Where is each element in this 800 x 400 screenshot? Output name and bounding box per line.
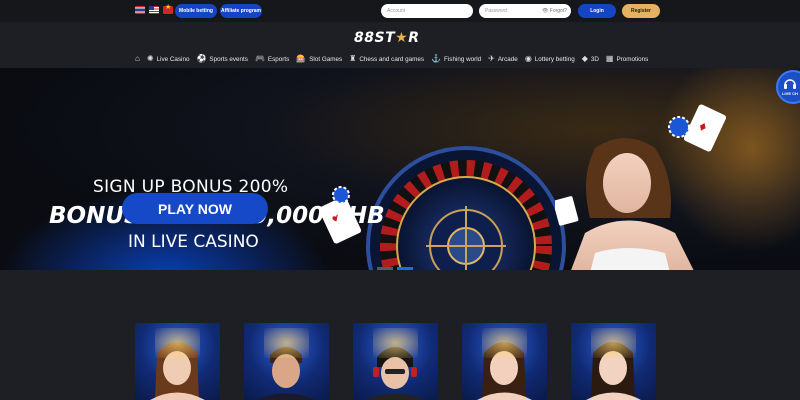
nav-item-chess-and-card-games[interactable]: ♜ Chess and card games <box>349 55 424 63</box>
carousel-dots <box>377 267 413 270</box>
nav-item-sports-events[interactable]: ⚽ Sports events <box>196 55 247 63</box>
main-nav: ⌂ ✺ Live Casino ⚽ Sports events 🎮 Esports 🎰 Slot… <box>135 52 648 66</box>
nav-item-label: Esports <box>267 55 290 63</box>
nav-item-label: Fishing world <box>444 55 482 63</box>
game-card-dealer-2[interactable] <box>244 323 329 400</box>
nav-item-label: Sports events <box>209 55 248 63</box>
password-placeholder: Password <box>485 8 507 14</box>
nav-item-esports[interactable]: 🎮 Esports <box>255 55 289 63</box>
headset-icon <box>784 79 796 89</box>
live-casino-icon: ✺ <box>146 54 154 63</box>
nav-item-label: 3D <box>590 55 599 63</box>
password-input[interactable]: Password 👁 Forgot? <box>479 4 571 18</box>
nav-item-lottery-betting[interactable]: ◉ Lottery betting <box>525 55 575 63</box>
casino-chip-icon <box>332 186 350 204</box>
nav-item-slot-games[interactable]: 🎰 Slot Games <box>296 55 342 63</box>
live-chat-label: LIVE CH <box>782 91 798 96</box>
mobile-betting-button[interactable]: Mobile betting <box>175 4 217 18</box>
esports-icon: 🎮 <box>254 54 265 63</box>
logo-text: 88ST <box>354 30 396 46</box>
logo-star-icon: ★ <box>395 30 409 46</box>
nav-item-fishing-world[interactable]: ⚓ Fishing world <box>431 55 481 63</box>
roulette-wheel-icon <box>366 146 566 270</box>
logo-suffix: R <box>408 30 420 46</box>
game-card-dealer-3[interactable] <box>353 323 438 400</box>
language-flags <box>135 3 173 14</box>
slot-games-icon: 🎰 <box>296 54 307 63</box>
fishing-icon: ⚓ <box>431 54 442 63</box>
forgot-label: Forgot? <box>549 8 567 14</box>
forgot-password-link[interactable]: 👁 Forgot? <box>542 8 567 14</box>
account-input[interactable]: Account <box>381 4 473 18</box>
eye-icon[interactable]: 👁 <box>542 8 548 14</box>
top-bar: Mobile betting Affiliate program Account… <box>0 0 800 22</box>
nav-item-arcade[interactable]: ✈ Arcade <box>488 55 518 63</box>
carousel-dot-active[interactable] <box>397 267 413 270</box>
nav-item-3d[interactable]: ◆ 3D <box>582 55 599 63</box>
affiliate-program-button[interactable]: Affiliate program <box>220 4 262 18</box>
nav-item-label: Slot Games <box>309 55 343 63</box>
banner-headline-3: IN LIVE CASINO <box>128 232 259 252</box>
nav-item-label: Arcade <box>497 55 518 63</box>
nav-item-label: Lottery betting <box>534 55 575 63</box>
game-card-dealer-5[interactable] <box>571 323 656 400</box>
chess-icon: ♜ <box>349 54 357 63</box>
account-placeholder: Account <box>387 8 406 14</box>
sports-icon: ⚽ <box>196 54 207 63</box>
dealer-woman-image <box>555 138 694 270</box>
site-logo[interactable]: 88ST★R <box>354 30 444 50</box>
login-button[interactable]: Login <box>578 4 616 18</box>
carousel-dot[interactable] <box>377 267 393 270</box>
nav-item-home[interactable]: ⌂ <box>135 55 140 63</box>
3d-icon: ◆ <box>581 54 588 63</box>
usa-flag-icon[interactable] <box>149 6 159 14</box>
vietnam-flag-icon[interactable] <box>163 3 173 14</box>
nav-item-live-casino[interactable]: ✺ Live Casino <box>147 55 190 63</box>
arcade-icon: ✈ <box>488 54 495 63</box>
thailand-flag-icon[interactable] <box>135 6 145 14</box>
nav-item-label: Chess and card games <box>359 55 425 63</box>
lottery-icon: ◉ <box>524 54 532 63</box>
casino-chip-right-icon <box>668 116 690 138</box>
game-cards <box>135 323 656 400</box>
nav-item-label: Live Casino <box>156 55 190 63</box>
play-now-button[interactable]: PLAY NOW <box>122 193 268 224</box>
register-button[interactable]: Register <box>622 4 660 18</box>
home-icon: ⌂ <box>135 54 140 63</box>
nav-item-promotions[interactable]: ▦ Promotions <box>606 55 648 63</box>
game-card-dealer-1[interactable] <box>135 323 220 400</box>
promo-banner[interactable]: ♥ ♦ SIGN UP BONUS 200% BONUS UP TO 20,00… <box>0 68 800 270</box>
game-card-dealer-4[interactable] <box>462 323 547 400</box>
nav-item-label: Promotions <box>616 55 649 63</box>
promotions-icon: ▦ <box>605 54 614 63</box>
